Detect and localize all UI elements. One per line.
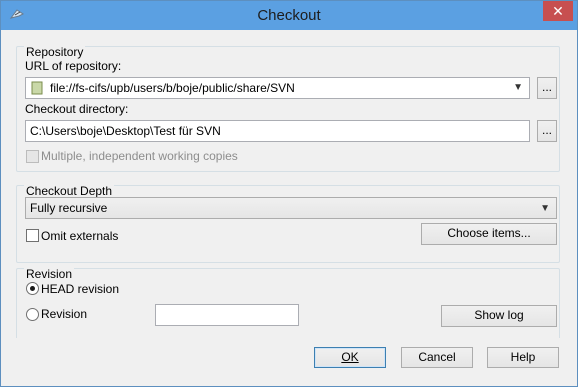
revision-label: Revision <box>41 307 88 321</box>
checkout-dialog: Checkout ✕ Repository URL of repository:… <box>0 0 578 387</box>
checkout-depth-group: Checkout Depth Fully recursive ▼ Omit ex… <box>16 184 560 263</box>
title-bar[interactable]: Checkout ✕ <box>1 1 577 30</box>
url-browse-button[interactable]: ... <box>537 77 557 99</box>
folder-icon <box>31 81 43 95</box>
checkout-dir-value: C:\Users\boje\Desktop\Test für SVN <box>30 124 221 138</box>
help-button[interactable]: Help <box>487 347 559 368</box>
repository-group: Repository URL of repository: file://fs-… <box>16 45 560 172</box>
url-value: file://fs-cifs/upb/users/b/boje/public/s… <box>50 81 295 95</box>
depth-select[interactable]: Fully recursive ▼ <box>25 197 557 219</box>
revision-radio[interactable] <box>26 308 39 321</box>
checkout-dir-browse-button[interactable]: ... <box>537 120 557 142</box>
checkout-dir-label: Checkout directory: <box>25 102 129 116</box>
multiple-copies-checkbox[interactable] <box>26 150 39 163</box>
dialog-content: Repository URL of repository: file://fs-… <box>9 31 569 381</box>
ok-button-label: OK <box>341 350 359 364</box>
window-title: Checkout <box>257 7 321 24</box>
url-label: URL of repository: <box>25 59 122 73</box>
cancel-button[interactable]: Cancel <box>401 347 473 368</box>
checkout-dir-input[interactable]: C:\Users\boje\Desktop\Test für SVN <box>25 120 530 142</box>
ok-button[interactable]: OK <box>314 347 386 368</box>
choose-items-button[interactable]: Choose items... <box>421 223 557 245</box>
dialog-button-bar: OK Cancel Help <box>1 338 577 386</box>
repository-group-label: Repository <box>24 45 86 59</box>
head-revision-radio[interactable] <box>26 282 39 295</box>
chevron-down-icon: ▼ <box>540 203 550 214</box>
revision-number-input[interactable] <box>155 304 299 326</box>
radio-selected-dot <box>30 286 35 291</box>
checkout-depth-group-label: Checkout Depth <box>24 184 115 198</box>
revision-group-label: Revision <box>24 267 75 281</box>
omit-externals-label: Omit externals <box>41 229 119 243</box>
close-button[interactable]: ✕ <box>543 1 573 21</box>
url-combobox[interactable]: file://fs-cifs/upb/users/b/boje/public/s… <box>25 77 530 99</box>
chevron-down-icon[interactable]: ▼ <box>513 82 523 93</box>
multiple-copies-label: Multiple, independent working copies <box>41 149 238 163</box>
omit-externals-checkbox[interactable] <box>26 229 39 242</box>
depth-selected-value: Fully recursive <box>30 201 108 215</box>
show-log-button[interactable]: Show log <box>441 305 557 327</box>
head-revision-label: HEAD revision <box>41 282 120 296</box>
